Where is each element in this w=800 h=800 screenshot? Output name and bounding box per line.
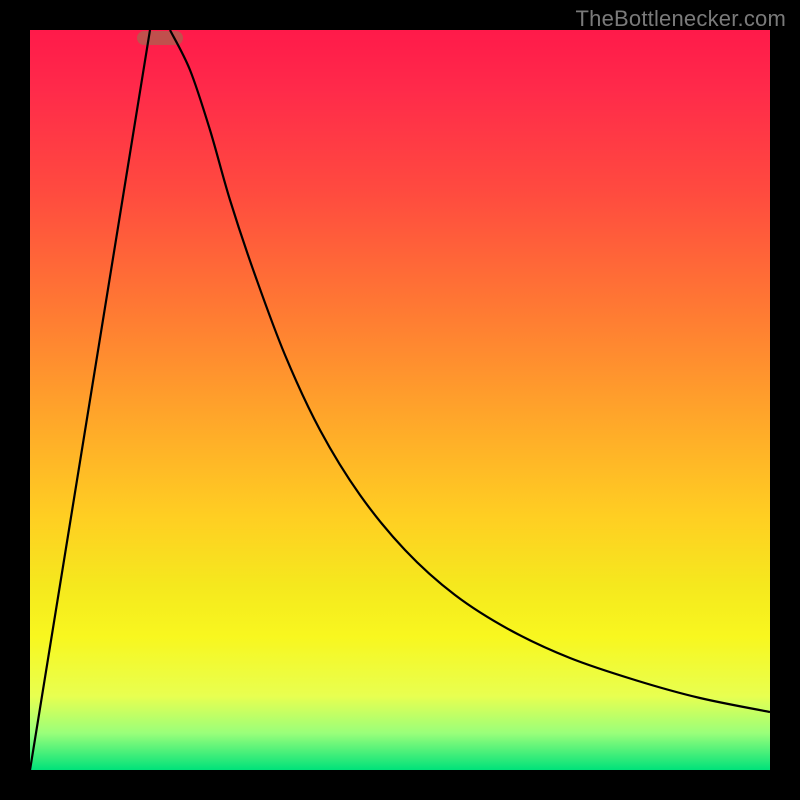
curve-right <box>170 30 770 712</box>
curve-left-leg <box>30 30 150 770</box>
watermark-text: TheBottlenecker.com <box>576 6 786 32</box>
plot-area <box>30 30 770 770</box>
chart-curves <box>30 30 770 770</box>
